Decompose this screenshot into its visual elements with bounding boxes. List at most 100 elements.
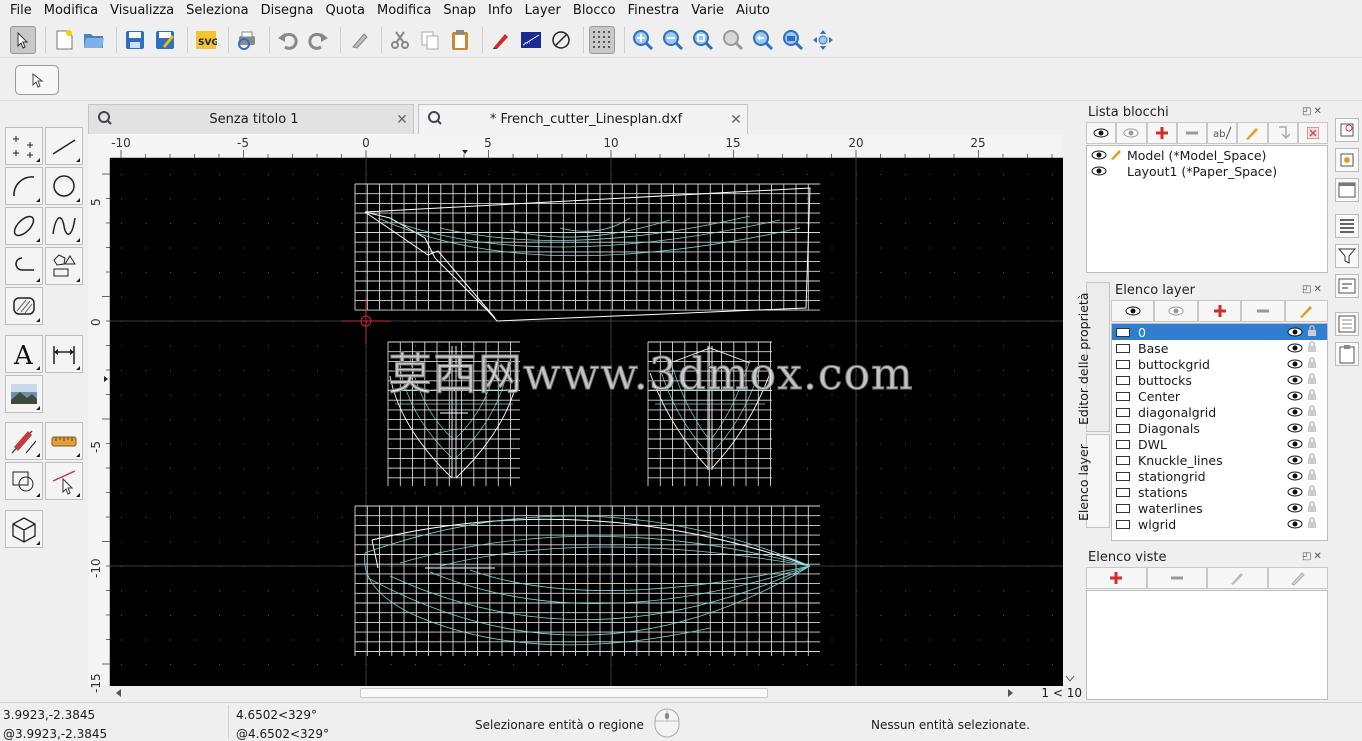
modify-tool-icon[interactable] — [5, 422, 43, 460]
scroll-left-icon[interactable] — [112, 686, 126, 700]
layer-visible-eye-icon[interactable] — [1287, 357, 1307, 372]
edit-layer-icon[interactable] — [1284, 300, 1329, 322]
layer-lock-icon[interactable] — [1307, 420, 1327, 436]
list-item[interactable]: Layout1 (*Paper_Space) — [1087, 163, 1327, 179]
layer-color-swatch[interactable] — [1116, 487, 1130, 497]
menu-disegna[interactable]: Disegna — [255, 0, 320, 22]
add-block-icon[interactable] — [1146, 122, 1177, 144]
save-icon[interactable] — [122, 26, 148, 54]
polyline-tool-icon[interactable] — [5, 247, 43, 285]
menu-info[interactable]: Info — [482, 0, 519, 22]
tab-senza-titolo[interactable]: Senza titolo 1 ✕ — [88, 104, 414, 134]
horizontal-scrollbar[interactable] — [110, 686, 1018, 700]
layer-lock-icon[interactable] — [1307, 372, 1327, 388]
grid-icon[interactable] — [589, 25, 615, 54]
layer-lock-icon[interactable] — [1307, 356, 1327, 372]
layer-lock-icon[interactable] — [1307, 516, 1327, 532]
layer-row[interactable]: Diagonals — [1112, 420, 1327, 436]
visible-eye-icon[interactable] — [1091, 148, 1109, 163]
image-tool-icon[interactable] — [5, 375, 43, 413]
layer-visible-eye-icon[interactable] — [1287, 389, 1307, 404]
layer-row[interactable]: DWL — [1112, 436, 1327, 452]
polygon-tool-icon[interactable] — [45, 247, 83, 285]
layer-color-swatch[interactable] — [1116, 343, 1130, 353]
undo-icon[interactable] — [275, 26, 301, 54]
pen-dock-toggle-icon[interactable] — [1335, 148, 1359, 172]
layer-color-swatch[interactable] — [1116, 439, 1130, 449]
layer-row[interactable]: diagonalgrid — [1112, 404, 1327, 420]
hide-all-blocks-icon[interactable] — [1116, 122, 1147, 144]
list-dock-toggle-icon[interactable] — [1335, 214, 1359, 238]
filter-dock-toggle-icon[interactable] — [1335, 244, 1359, 268]
layer-visible-eye-icon[interactable] — [1287, 341, 1307, 356]
layer-color-swatch[interactable] — [1116, 407, 1130, 417]
dock-float-close-icon[interactable]: ◰✕ — [1302, 106, 1324, 117]
back-pointer-button[interactable] — [15, 65, 59, 95]
layer-visible-eye-icon[interactable] — [1287, 485, 1307, 500]
print-preview-icon[interactable] — [234, 26, 260, 54]
tab-close-icon[interactable]: ✕ — [725, 112, 747, 128]
zoom-out-icon[interactable] — [660, 26, 686, 54]
zoom-pan-icon[interactable] — [720, 26, 746, 54]
tab-property-editor[interactable]: Editor delle proprietà — [1076, 282, 1110, 432]
menu-aiuto[interactable]: Aiuto — [730, 0, 776, 22]
menu-visualizza[interactable]: Visualizza — [104, 0, 180, 22]
edit-block-icon[interactable] — [1237, 122, 1268, 144]
rename-view-icon[interactable] — [1267, 567, 1328, 589]
point-tool-icon[interactable] — [5, 127, 43, 165]
layer-visible-eye-icon[interactable] — [1287, 421, 1307, 436]
dock-float-close-icon[interactable]: ◰✕ — [1302, 284, 1324, 295]
drawing-canvas[interactable] — [110, 158, 1063, 686]
scroll-right-icon[interactable] — [1003, 686, 1017, 700]
list-item[interactable]: Model (*Model_Space) — [1087, 147, 1327, 163]
dock-float-close-icon[interactable]: ◰✕ — [1302, 551, 1324, 562]
layer-lock-icon[interactable] — [1307, 388, 1327, 404]
layer-row[interactable]: buttocks — [1112, 372, 1327, 388]
layer-row[interactable]: Center — [1112, 388, 1327, 404]
open-folder-icon[interactable] — [81, 26, 107, 54]
window-dock-toggle-icon[interactable] — [1335, 178, 1359, 202]
export-svg-icon[interactable]: SVG — [193, 26, 219, 54]
select-tool-icon[interactable] — [45, 462, 83, 500]
insert-block-icon[interactable] — [1267, 122, 1298, 144]
layer-visible-eye-icon[interactable] — [1287, 453, 1307, 468]
menu-seleziona[interactable]: Seleziona — [180, 0, 254, 22]
spline-tool-icon[interactable] — [45, 207, 83, 245]
select-pointer-icon[interactable] — [10, 25, 36, 54]
layer-color-swatch[interactable] — [1116, 359, 1130, 369]
layer-visible-eye-icon[interactable] — [1287, 517, 1307, 532]
layer-visible-eye-icon[interactable] — [1287, 405, 1307, 420]
arc-tool-icon[interactable] — [5, 167, 43, 205]
vertical-scrollbar[interactable] — [1063, 158, 1077, 686]
layer-color-swatch[interactable] — [1116, 471, 1130, 481]
zoom-window-icon[interactable] — [780, 26, 806, 54]
scroll-thumb[interactable] — [360, 688, 768, 698]
layer-lock-icon[interactable] — [1307, 500, 1327, 516]
clipboard-dock-toggle-icon[interactable] — [1335, 342, 1359, 366]
measure-tool-icon[interactable] — [45, 422, 83, 460]
remove-layer-icon[interactable] — [1241, 300, 1285, 322]
new-file-icon[interactable] — [51, 26, 77, 54]
add-view-icon[interactable] — [1086, 567, 1147, 589]
layer-row[interactable]: stationgrid — [1112, 468, 1327, 484]
menu-quota[interactable]: Quota — [319, 0, 371, 22]
library-dock-toggle-icon[interactable] — [1335, 312, 1359, 336]
layer-visible-eye-icon[interactable] — [1287, 373, 1307, 388]
menu-finestra[interactable]: Finestra — [622, 0, 686, 22]
edit-view-icon[interactable] — [1207, 567, 1268, 589]
layer-color-swatch[interactable] — [1116, 455, 1130, 465]
layer-row[interactable]: stations — [1112, 484, 1327, 500]
background-color-icon[interactable]: ⋯ — [518, 26, 544, 54]
layer-row[interactable]: waterlines — [1112, 500, 1327, 516]
layer-color-swatch[interactable] — [1116, 391, 1130, 401]
layer-visible-eye-icon[interactable] — [1287, 501, 1307, 516]
layer-color-swatch[interactable] — [1116, 503, 1130, 513]
menu-snap[interactable]: Snap — [437, 0, 482, 22]
redo-icon[interactable] — [305, 26, 331, 54]
delete-block-icon[interactable] — [1297, 122, 1328, 144]
layer-row[interactable]: wlgrid — [1112, 516, 1327, 532]
3d-cube-tool-icon[interactable] — [5, 510, 43, 548]
copy-icon[interactable] — [417, 26, 443, 54]
layer-lock-icon[interactable] — [1307, 468, 1327, 484]
block-tool-icon[interactable] — [5, 462, 43, 500]
